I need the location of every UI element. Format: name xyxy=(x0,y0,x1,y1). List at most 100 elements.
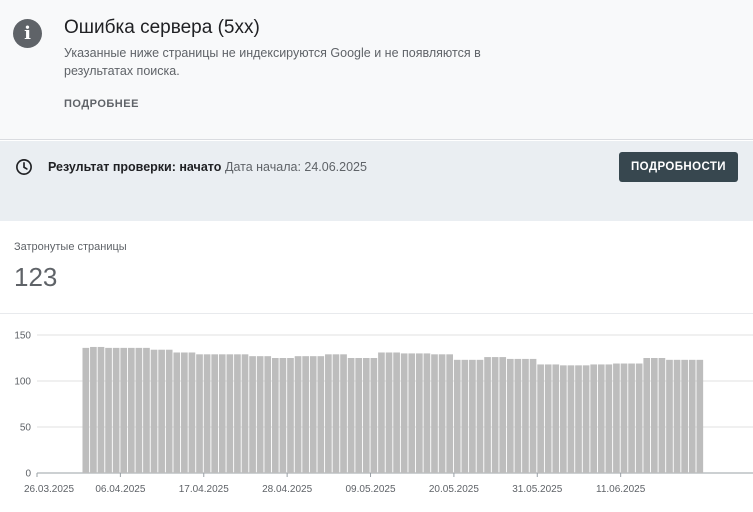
bar xyxy=(469,359,476,473)
bar xyxy=(120,347,128,473)
bar xyxy=(340,354,347,473)
bar xyxy=(484,357,491,473)
bar xyxy=(582,365,590,473)
bar xyxy=(438,354,446,473)
bar xyxy=(218,354,226,473)
bar xyxy=(514,358,522,473)
bar xyxy=(264,356,272,473)
bar xyxy=(188,352,196,473)
bar xyxy=(105,347,112,473)
x-tick-label: 09.05.2025 xyxy=(345,484,395,495)
bar xyxy=(681,359,688,473)
bar xyxy=(294,356,302,473)
info-icon: i xyxy=(13,19,42,48)
bar xyxy=(211,354,219,473)
issue-description: Указанные ниже страницы не индексируются… xyxy=(64,46,481,78)
bar xyxy=(302,356,309,473)
bar xyxy=(650,358,658,473)
bar xyxy=(249,356,256,473)
bar xyxy=(499,357,507,473)
bar xyxy=(666,359,673,473)
x-tick-label: 28.04.2025 xyxy=(262,484,312,495)
bar xyxy=(491,357,499,473)
bar xyxy=(196,354,203,473)
section-gap xyxy=(0,195,753,221)
bar xyxy=(90,346,97,473)
bar xyxy=(370,358,378,473)
bar xyxy=(529,358,537,473)
bar xyxy=(112,347,120,473)
bar xyxy=(393,352,400,473)
bar xyxy=(544,364,552,473)
bar xyxy=(522,358,529,473)
bar xyxy=(453,359,461,473)
x-tick-label: 17.04.2025 xyxy=(179,484,229,495)
validation-start-date: Дата начала: 24.06.2025 xyxy=(225,160,367,174)
bar xyxy=(605,364,613,473)
bar xyxy=(325,354,332,473)
bar xyxy=(287,358,294,473)
bar xyxy=(506,358,514,473)
bar xyxy=(271,358,279,473)
y-tick-label: 100 xyxy=(14,377,31,388)
bar xyxy=(590,364,598,473)
bar xyxy=(241,354,249,473)
card-divider xyxy=(0,313,753,314)
bar xyxy=(476,359,484,473)
bar xyxy=(567,365,575,473)
bar xyxy=(226,354,234,473)
bar xyxy=(400,353,408,473)
bar xyxy=(362,358,370,473)
bar xyxy=(332,354,340,473)
bar xyxy=(143,347,150,473)
affected-pages-chart: 0 50 100 150 26.03.2025 06.04.2025 17.04.2025 2… xyxy=(14,331,753,495)
bar xyxy=(673,359,681,473)
bar xyxy=(203,354,211,473)
bar xyxy=(613,363,620,473)
bar xyxy=(635,363,643,473)
bar xyxy=(552,364,560,473)
bar xyxy=(696,359,704,473)
bar xyxy=(688,359,696,473)
bar xyxy=(597,364,605,473)
bar xyxy=(355,358,363,473)
bar xyxy=(97,346,105,473)
bar xyxy=(416,353,423,473)
bar xyxy=(408,353,416,473)
bar xyxy=(431,354,438,473)
bar xyxy=(309,356,317,473)
bar xyxy=(385,352,393,473)
details-button[interactable]: ПОДРОБНОСТИ xyxy=(619,152,738,182)
bar xyxy=(378,352,385,473)
x-tick-label: 06.04.2025 xyxy=(95,484,145,495)
bar xyxy=(423,353,431,473)
bar xyxy=(150,349,158,473)
validation-status: Результат проверки: начато xyxy=(48,160,222,174)
bar xyxy=(82,347,90,473)
bar xyxy=(173,352,181,473)
bar xyxy=(347,358,355,473)
bar xyxy=(628,363,635,473)
bar xyxy=(575,365,582,473)
bar xyxy=(158,349,165,473)
x-tick-label: 20.05.2025 xyxy=(429,484,479,495)
affected-pages-label: Затронутые страницы xyxy=(14,241,127,253)
y-tick-label: 50 xyxy=(20,423,32,434)
x-tick-label: 31.05.2025 xyxy=(512,484,562,495)
x-tick-label: 26.03.2025 xyxy=(24,484,74,495)
x-tick-label: 11.06.2025 xyxy=(596,484,646,495)
learn-more-link[interactable]: ПОДРОБНЕЕ xyxy=(64,98,139,110)
bar xyxy=(560,365,567,473)
y-tick-label: 0 xyxy=(25,469,31,480)
y-tick-label: 150 xyxy=(14,331,31,342)
bar xyxy=(643,358,651,473)
bar xyxy=(658,358,666,473)
bar xyxy=(461,359,469,473)
bar xyxy=(234,354,241,473)
clock-icon xyxy=(16,159,32,175)
bar xyxy=(317,356,325,473)
bar xyxy=(537,364,544,473)
bar xyxy=(135,347,143,473)
bar xyxy=(165,349,173,473)
affected-pages-count: 123 xyxy=(14,262,58,292)
